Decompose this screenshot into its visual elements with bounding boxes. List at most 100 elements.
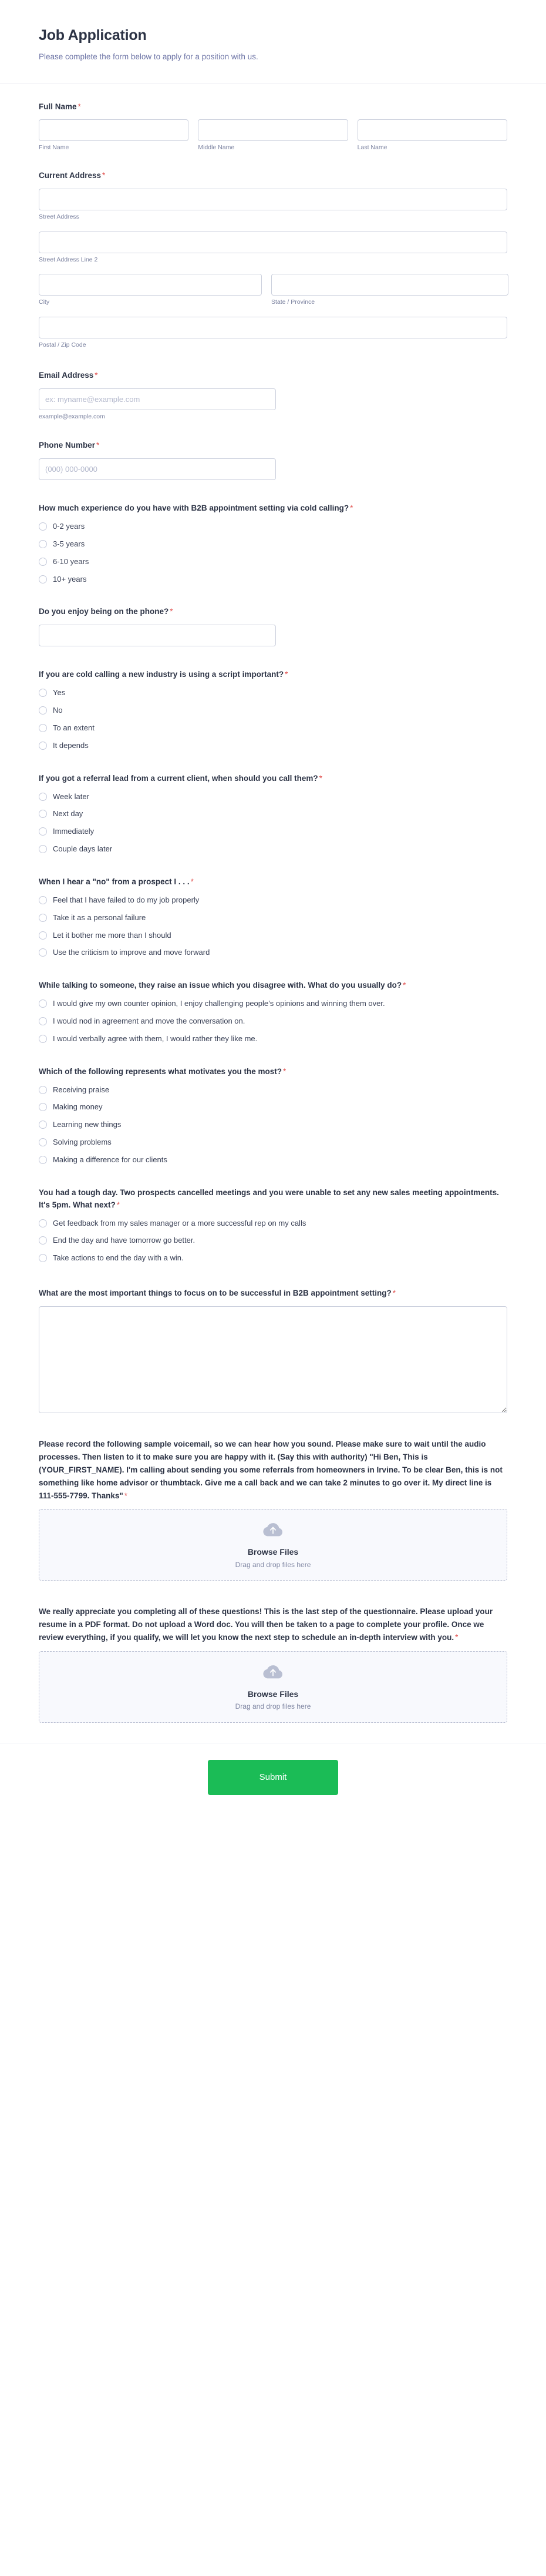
radio-circle-icon[interactable] [39, 1085, 47, 1094]
radio-circle-icon[interactable] [39, 1034, 47, 1043]
radio-circle-icon[interactable] [39, 741, 47, 750]
radio-label: Couple days later [53, 844, 113, 854]
radio-option[interactable]: 6-10 years [39, 556, 507, 568]
postal-zip-input[interactable] [39, 316, 507, 338]
required-asterisk: * [116, 1200, 120, 1209]
radio-option[interactable]: I would give my own counter opinion, I e… [39, 998, 507, 1009]
radio-label: Use the criticism to improve and move fo… [53, 948, 210, 957]
radio-circle-icon[interactable] [39, 999, 47, 1008]
label-text: Current Address [39, 171, 102, 180]
question-label-tough-day: You had a tough day. Two prospects cance… [39, 1187, 507, 1212]
last-name-input[interactable] [357, 119, 507, 142]
radio-circle-icon[interactable] [39, 539, 47, 548]
middle-name-col: Middle Name [198, 119, 348, 152]
radio-option[interactable]: Learning new things [39, 1119, 507, 1131]
radio-group-experience: 0-2 years 3-5 years 6-10 years 10+ years [39, 521, 507, 585]
radio-option[interactable]: Week later [39, 791, 507, 803]
required-asterisk: * [283, 1066, 287, 1076]
city-state-row: City State / Province [39, 274, 508, 307]
radio-option[interactable]: I would verbally agree with them, I woul… [39, 1034, 507, 1045]
radio-option[interactable]: End the day and have tomorrow go better. [39, 1235, 507, 1246]
radio-option[interactable]: Solving problems [39, 1137, 507, 1148]
radio-option[interactable]: 0-2 years [39, 521, 507, 532]
focus-textarea[interactable] [39, 1306, 507, 1414]
radio-circle-icon[interactable] [39, 948, 47, 957]
radio-option[interactable]: Immediately [39, 826, 507, 837]
question-label-referral-timing: If you got a referral lead from a curren… [39, 773, 507, 785]
radio-option[interactable]: It depends [39, 740, 507, 752]
radio-option[interactable]: I would nod in agreement and move the co… [39, 1016, 507, 1027]
radio-option[interactable]: Let it bother me more than I should [39, 930, 507, 941]
browse-files-label[interactable]: Browse Files [248, 1689, 298, 1699]
city-input[interactable] [39, 274, 262, 296]
radio-option[interactable]: Take it as a personal failure [39, 913, 507, 924]
radio-circle-icon[interactable] [39, 706, 47, 715]
field-voicemail-upload: Please record the following sample voice… [39, 1438, 507, 1581]
label-text: You had a tough day. Two prospects cance… [39, 1188, 499, 1209]
city-sublabel: City [39, 298, 50, 306]
form-header: Job Application Please complete the form… [0, 0, 546, 83]
radio-label: I would verbally agree with them, I woul… [53, 1034, 258, 1043]
radio-circle-icon[interactable] [39, 827, 47, 836]
field-label-phone: Phone Number * [39, 440, 507, 452]
radio-option[interactable]: Making a difference for our clients [39, 1155, 507, 1166]
radio-option[interactable]: Take actions to end the day with a win. [39, 1253, 507, 1264]
radio-circle-icon[interactable] [39, 913, 47, 922]
radio-circle-icon[interactable] [39, 1121, 47, 1129]
radio-circle-icon[interactable] [39, 575, 47, 583]
first-name-input[interactable] [39, 119, 189, 142]
radio-circle-icon[interactable] [39, 1138, 47, 1147]
email-input[interactable] [39, 388, 276, 410]
last-name-col: Last Name [357, 119, 507, 152]
radio-label: Making money [53, 1102, 103, 1112]
radio-circle-icon[interactable] [39, 845, 47, 854]
label-text: If you are cold calling a new industry i… [39, 670, 284, 679]
radio-circle-icon[interactable] [39, 1236, 47, 1245]
radio-circle-icon[interactable] [39, 1017, 47, 1025]
last-name-sublabel: Last Name [357, 144, 387, 152]
radio-option[interactable]: To an extent [39, 723, 507, 734]
radio-option[interactable]: No [39, 705, 507, 716]
radio-circle-icon[interactable] [39, 522, 47, 531]
radio-circle-icon[interactable] [39, 1103, 47, 1112]
radio-circle-icon[interactable] [39, 557, 47, 566]
radio-circle-icon[interactable] [39, 810, 47, 819]
label-text: Email Address [39, 370, 94, 380]
radio-circle-icon[interactable] [39, 1254, 47, 1263]
resume-dropzone[interactable]: Browse Files Drag and drop files here [39, 1651, 507, 1723]
radio-circle-icon[interactable] [39, 689, 47, 697]
radio-option[interactable]: 3-5 years [39, 539, 507, 550]
radio-option[interactable]: Receiving praise [39, 1085, 507, 1096]
cloud-upload-icon [262, 1521, 284, 1542]
radio-circle-icon[interactable] [39, 895, 47, 904]
middle-name-input[interactable] [198, 119, 348, 142]
radio-label: Take actions to end the day with a win. [53, 1253, 184, 1263]
radio-option[interactable]: Couple days later [39, 844, 507, 855]
question-tough-day: You had a tough day. Two prospects cance… [39, 1187, 507, 1264]
radio-option[interactable]: Use the criticism to improve and move fo… [39, 947, 507, 958]
radio-circle-icon[interactable] [39, 1155, 47, 1164]
submit-button[interactable]: Submit [208, 1759, 338, 1795]
question-label-experience: How much experience do you have with B2B… [39, 502, 507, 515]
radio-option[interactable]: Next day [39, 809, 507, 820]
voicemail-dropzone[interactable]: Browse Files Drag and drop files here [39, 1509, 507, 1581]
radio-option[interactable]: Yes [39, 687, 507, 699]
radio-option[interactable]: Get feedback from my sales manager or a … [39, 1218, 507, 1229]
radio-label: Let it bother me more than I should [53, 930, 171, 940]
street-address-input[interactable] [39, 189, 507, 211]
radio-circle-icon[interactable] [39, 792, 47, 801]
browse-files-label[interactable]: Browse Files [248, 1547, 298, 1557]
phone-input[interactable] [39, 458, 276, 481]
street-address-line2-sublabel: Street Address Line 2 [39, 256, 98, 263]
street-address-line2-input[interactable] [39, 231, 507, 253]
state-province-input[interactable] [271, 274, 508, 296]
label-text: We really appreciate you completing all … [39, 1607, 493, 1642]
radio-option[interactable]: Making money [39, 1102, 507, 1113]
radio-circle-icon[interactable] [39, 931, 47, 940]
radio-label: End the day and have tomorrow go better. [53, 1236, 196, 1245]
radio-circle-icon[interactable] [39, 723, 47, 732]
radio-circle-icon[interactable] [39, 1219, 47, 1227]
enjoy-phone-input[interactable] [39, 625, 276, 647]
radio-option[interactable]: Feel that I have failed to do my job pro… [39, 895, 507, 906]
radio-option[interactable]: 10+ years [39, 574, 507, 585]
